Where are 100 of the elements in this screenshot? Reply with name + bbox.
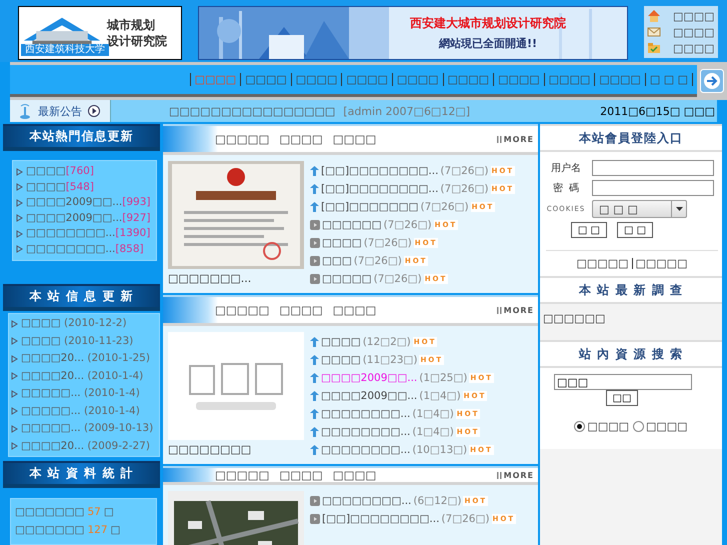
nav-link[interactable]: □ □ □ <box>644 73 693 86</box>
form-button[interactable]: □ □ <box>617 222 654 238</box>
nav-link[interactable]: □□□□ <box>392 73 442 86</box>
panel-tab[interactable]: □□□□ <box>332 132 376 146</box>
field-label: 用户名 <box>550 162 582 175</box>
news-link[interactable]: □□□□ <box>321 352 361 368</box>
update-item-link[interactable]: □□□□20... (2010-1-4) <box>21 368 144 384</box>
news-link[interactable]: □□□□□□□□... <box>322 493 412 509</box>
nav-link[interactable]: □□□□ <box>341 73 392 86</box>
logo-title: 设计研究院 <box>107 33 167 49</box>
bullet-icon <box>16 245 23 254</box>
bars-icon <box>496 306 502 314</box>
square-bullet-icon <box>310 514 320 524</box>
news-date: (7□26□) <box>354 254 402 269</box>
quick-link[interactable]: □□□□ <box>673 42 715 54</box>
quick-link[interactable]: □□□□ <box>673 26 715 38</box>
nav-link[interactable]: □□□□ <box>442 73 494 86</box>
news-date: (7□26□) <box>384 218 432 233</box>
hot-item-link[interactable]: □□□□□□□□...[858] <box>26 242 144 258</box>
bullet-icon <box>16 214 23 222</box>
nav-link[interactable]: □□□□ <box>544 73 594 86</box>
update-item-link[interactable]: □□□□ (2010-11-23) <box>21 334 134 350</box>
square-bullet-icon <box>310 496 320 506</box>
panel-tab[interactable]: □□□□□ <box>215 303 270 317</box>
news-date: (11□23□) <box>362 353 418 368</box>
square-bullet-icon <box>310 274 320 284</box>
current-date: 2011□6□15□ □□□ <box>600 104 716 118</box>
university-name: 西安建筑科技大学 <box>21 44 109 56</box>
update-item-link[interactable]: □□□□□... (2010-1-4) <box>21 386 140 402</box>
news-date: (7□26□) <box>440 182 488 197</box>
square-bullet-icon <box>310 256 320 266</box>
news-link[interactable]: □□□□□ <box>322 271 372 287</box>
section-header: 本站熱門信息更新 <box>3 124 160 152</box>
news-link[interactable]: [□□]□□□□□□□ <box>321 199 418 215</box>
panel-tab[interactable]: □□□□□ <box>215 468 270 482</box>
bars-icon <box>496 472 502 478</box>
panel-tab[interactable]: □□□□□ <box>215 132 270 146</box>
hot-item-link[interactable]: □□□□2009□□...[993] <box>26 195 150 211</box>
panel-tab[interactable]: □□□□ <box>279 468 323 482</box>
radio-button[interactable] <box>633 421 644 432</box>
quick-link[interactable]: □□□□ <box>673 10 715 22</box>
more-link[interactable]: MORE <box>496 470 534 480</box>
nav-link[interactable]: □□□□ <box>594 73 645 86</box>
input-field[interactable] <box>592 160 714 176</box>
news-date: (7□26□) <box>364 236 412 251</box>
hot-item-link[interactable]: □□□□[760] <box>26 164 94 180</box>
news-link[interactable]: □□□□ <box>321 334 361 350</box>
envelope-icon <box>647 25 661 39</box>
news-date: (10□13□) <box>412 443 468 458</box>
radio-button[interactable] <box>574 421 586 432</box>
nav-link[interactable]: □□□□ <box>290 73 342 86</box>
notice-meta: [admin 2007□6□12□] <box>343 104 470 118</box>
search-field[interactable]: □□□ <box>554 374 692 390</box>
update-item-link[interactable]: □□□□20... (2009-2-27) <box>21 438 150 454</box>
input-field[interactable] <box>592 180 714 196</box>
update-item-link[interactable]: □□□□□... (2010-1-4) <box>21 404 140 420</box>
picture-caption[interactable]: □□□□□□□... <box>168 272 305 285</box>
bullet-icon <box>11 442 18 450</box>
update-item-link[interactable]: □□□□20... (2010-1-25) <box>21 351 150 367</box>
news-link[interactable]: □□□□□□ <box>322 217 382 233</box>
account-link[interactable]: □□□□□ <box>636 257 688 270</box>
picture-caption[interactable]: □□□□□□□□ <box>168 443 305 456</box>
play-icon[interactable] <box>88 105 100 117</box>
search-button[interactable]: □□ <box>606 390 638 406</box>
stat-line: □□□□□□□ 57 □ <box>15 505 115 520</box>
news-link[interactable]: □□□□2009□□... <box>321 388 418 404</box>
hot-item-link[interactable]: □□□□□□□□...[1390] <box>26 226 150 242</box>
news-link[interactable]: [□□]□□□□□□□□... <box>321 163 438 179</box>
nav-link[interactable]: □□□□ <box>493 73 544 86</box>
panel-tab[interactable]: □□□□ <box>332 303 376 317</box>
panel-tab[interactable]: □□□□ <box>279 132 323 146</box>
bullet-icon <box>16 198 23 207</box>
account-link[interactable]: □□□□□ <box>576 257 628 270</box>
banner-headline: 西安建大城市规划设计研究院 <box>410 15 566 32</box>
more-link[interactable]: MORE <box>496 306 534 314</box>
form-button[interactable]: □ □ <box>570 222 607 238</box>
more-link[interactable]: MORE <box>496 134 534 144</box>
hot-item-link[interactable]: □□□□[548] <box>26 180 94 196</box>
update-item-link[interactable]: □□□□ (2010-12-2) <box>21 316 127 332</box>
news-link[interactable]: □□□□□□□□... <box>321 442 410 458</box>
news-date: (7□26□) <box>374 272 422 287</box>
poll-text: □□□□□□ <box>542 311 606 327</box>
square-bullet-icon <box>310 238 320 248</box>
update-item-link[interactable]: □□□□□... (2009-10-13) <box>21 421 154 437</box>
news-link[interactable]: □□□□□□□□... <box>321 406 410 422</box>
news-link[interactable]: □□□□ <box>322 235 362 251</box>
bullet-icon <box>11 354 18 363</box>
news-link[interactable]: □□□□□□□□... <box>321 424 410 440</box>
hot-item-link[interactable]: □□□□2009□□...[927] <box>26 210 150 226</box>
news-link[interactable]: [□□]□□□□□□□□... <box>322 511 440 527</box>
panel-tab[interactable]: □□□□ <box>332 468 376 482</box>
nav-link[interactable]: □□□□ <box>240 73 291 86</box>
news-link[interactable]: [□□]□□□□□□□□... <box>321 181 438 197</box>
bullet-icon <box>16 230 23 238</box>
notice-text[interactable]: □□□□□□□□□□□□□□□□ <box>169 104 336 118</box>
panel-tab[interactable]: □□□□ <box>279 303 323 317</box>
news-link[interactable]: □□□ <box>322 253 352 269</box>
news-date: (12□2□) <box>362 335 411 350</box>
section-header: 本 站 資 料 統 計 <box>3 460 160 488</box>
cookies-dropdown[interactable]: □ □ □ <box>592 200 687 218</box>
